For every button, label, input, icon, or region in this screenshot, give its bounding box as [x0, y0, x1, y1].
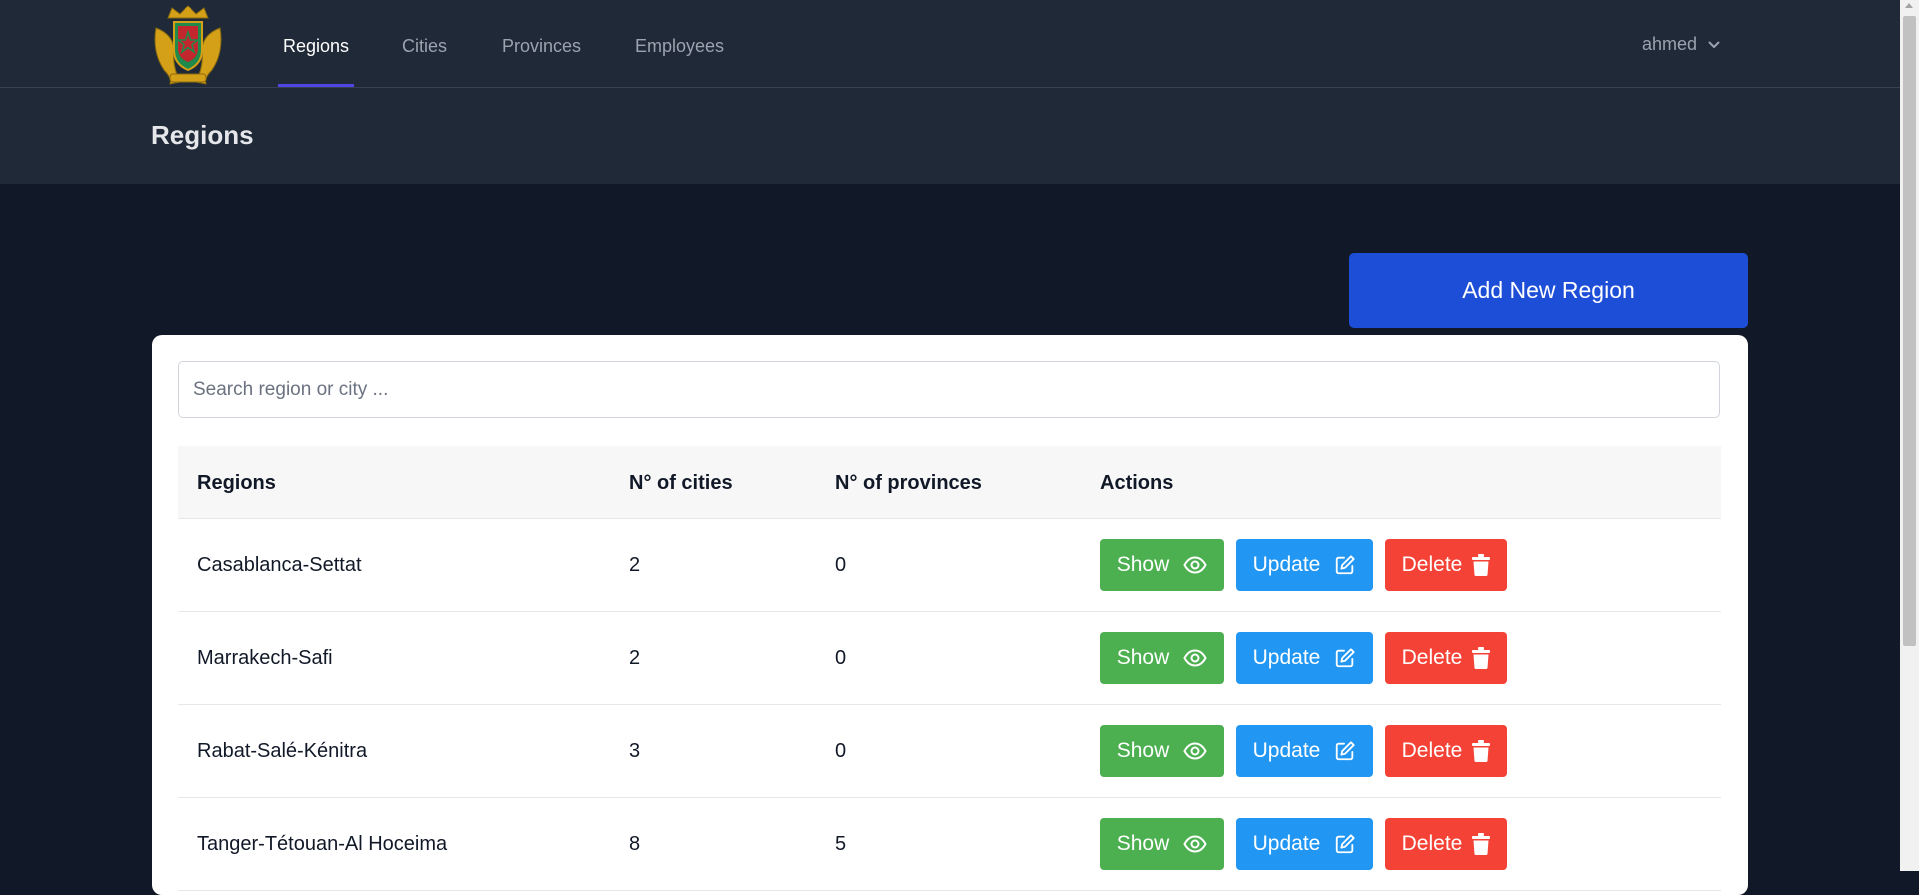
- active-nav-indicator: [278, 84, 354, 87]
- update-button[interactable]: Update: [1236, 818, 1373, 870]
- delete-button[interactable]: Delete: [1385, 539, 1507, 591]
- column-header-actions: Actions: [1100, 472, 1174, 494]
- top-navbar: Regions Cities Provinces Employees ahmed: [0, 0, 1900, 88]
- column-header-regions: Regions: [197, 472, 276, 494]
- trash-icon: [1472, 647, 1491, 669]
- scrollbar-thumb[interactable]: [1903, 16, 1916, 646]
- chevron-down-icon: [1708, 41, 1720, 49]
- update-label: Update: [1252, 832, 1321, 855]
- show-label: Show: [1116, 553, 1170, 576]
- regions-table: Regions N° of cities N° of provinces Act…: [178, 446, 1721, 891]
- provinces-count: 0: [835, 740, 847, 762]
- update-button[interactable]: Update: [1236, 632, 1373, 684]
- show-button[interactable]: Show: [1100, 818, 1224, 870]
- show-button[interactable]: Show: [1100, 632, 1224, 684]
- coat-of-arms-logo[interactable]: [150, 4, 226, 86]
- provinces-count: 0: [835, 647, 847, 669]
- update-label: Update: [1252, 646, 1321, 669]
- nav-link-regions[interactable]: Regions: [283, 36, 349, 57]
- scroll-up-arrow[interactable]: [1905, 3, 1913, 8]
- show-button[interactable]: Show: [1100, 539, 1224, 591]
- provinces-count: 5: [835, 833, 847, 855]
- delete-label: Delete: [1401, 646, 1463, 669]
- update-label: Update: [1252, 739, 1321, 762]
- show-button[interactable]: Show: [1100, 725, 1224, 777]
- cities-count: 8: [629, 833, 641, 855]
- region-name: Rabat-Salé-Kénitra: [197, 740, 368, 762]
- trash-icon: [1472, 833, 1491, 855]
- eye-icon: [1183, 742, 1207, 760]
- nav-link-cities[interactable]: Cities: [402, 36, 447, 57]
- nav-link-employees[interactable]: Employees: [635, 36, 724, 57]
- update-label: Update: [1252, 553, 1321, 576]
- table-row: Tanger-Tétouan-Al Hoceima 8 5 Show Updat…: [178, 798, 1721, 891]
- edit-icon: [1336, 834, 1355, 854]
- table-header: Regions N° of cities N° of provinces Act…: [178, 446, 1721, 519]
- update-button[interactable]: Update: [1236, 725, 1373, 777]
- trash-icon: [1472, 554, 1491, 576]
- delete-button[interactable]: Delete: [1385, 632, 1507, 684]
- delete-label: Delete: [1401, 739, 1463, 762]
- edit-icon: [1336, 648, 1355, 668]
- nav-link-provinces[interactable]: Provinces: [502, 36, 581, 57]
- edit-icon: [1336, 741, 1355, 761]
- delete-button[interactable]: Delete: [1385, 818, 1507, 870]
- cities-count: 2: [629, 647, 641, 669]
- show-label: Show: [1116, 832, 1170, 855]
- edit-icon: [1336, 555, 1355, 575]
- delete-label: Delete: [1401, 553, 1463, 576]
- cities-count: 3: [629, 740, 641, 762]
- search-input[interactable]: [178, 361, 1720, 418]
- user-menu[interactable]: ahmed: [1642, 34, 1720, 55]
- eye-icon: [1183, 835, 1207, 853]
- table-row: Marrakech-Safi 2 0 Show Update Delete: [178, 612, 1721, 705]
- region-name: Tanger-Tétouan-Al Hoceima: [197, 833, 448, 855]
- delete-button[interactable]: Delete: [1385, 725, 1507, 777]
- table-row: Rabat-Salé-Kénitra 3 0 Show Update Delet…: [178, 705, 1721, 798]
- table-row: Casablanca-Settat 2 0 Show Update Delete: [178, 519, 1721, 612]
- eye-icon: [1183, 649, 1207, 667]
- add-new-region-button[interactable]: Add New Region: [1349, 253, 1748, 328]
- region-name: Marrakech-Safi: [197, 647, 333, 669]
- column-header-provinces-count: N° of provinces: [835, 472, 982, 494]
- region-name: Casablanca-Settat: [197, 554, 362, 576]
- regions-card: Regions N° of cities N° of provinces Act…: [152, 335, 1748, 895]
- eye-icon: [1183, 556, 1207, 574]
- cities-count: 2: [629, 554, 641, 576]
- page-header: Regions: [0, 88, 1900, 184]
- show-label: Show: [1116, 739, 1170, 762]
- show-label: Show: [1116, 646, 1170, 669]
- delete-label: Delete: [1401, 832, 1463, 855]
- trash-icon: [1472, 740, 1491, 762]
- page-title: Regions: [151, 120, 254, 150]
- username: ahmed: [1642, 34, 1698, 54]
- update-button[interactable]: Update: [1236, 539, 1373, 591]
- provinces-count: 0: [835, 554, 847, 576]
- column-header-cities-count: N° of cities: [629, 472, 733, 494]
